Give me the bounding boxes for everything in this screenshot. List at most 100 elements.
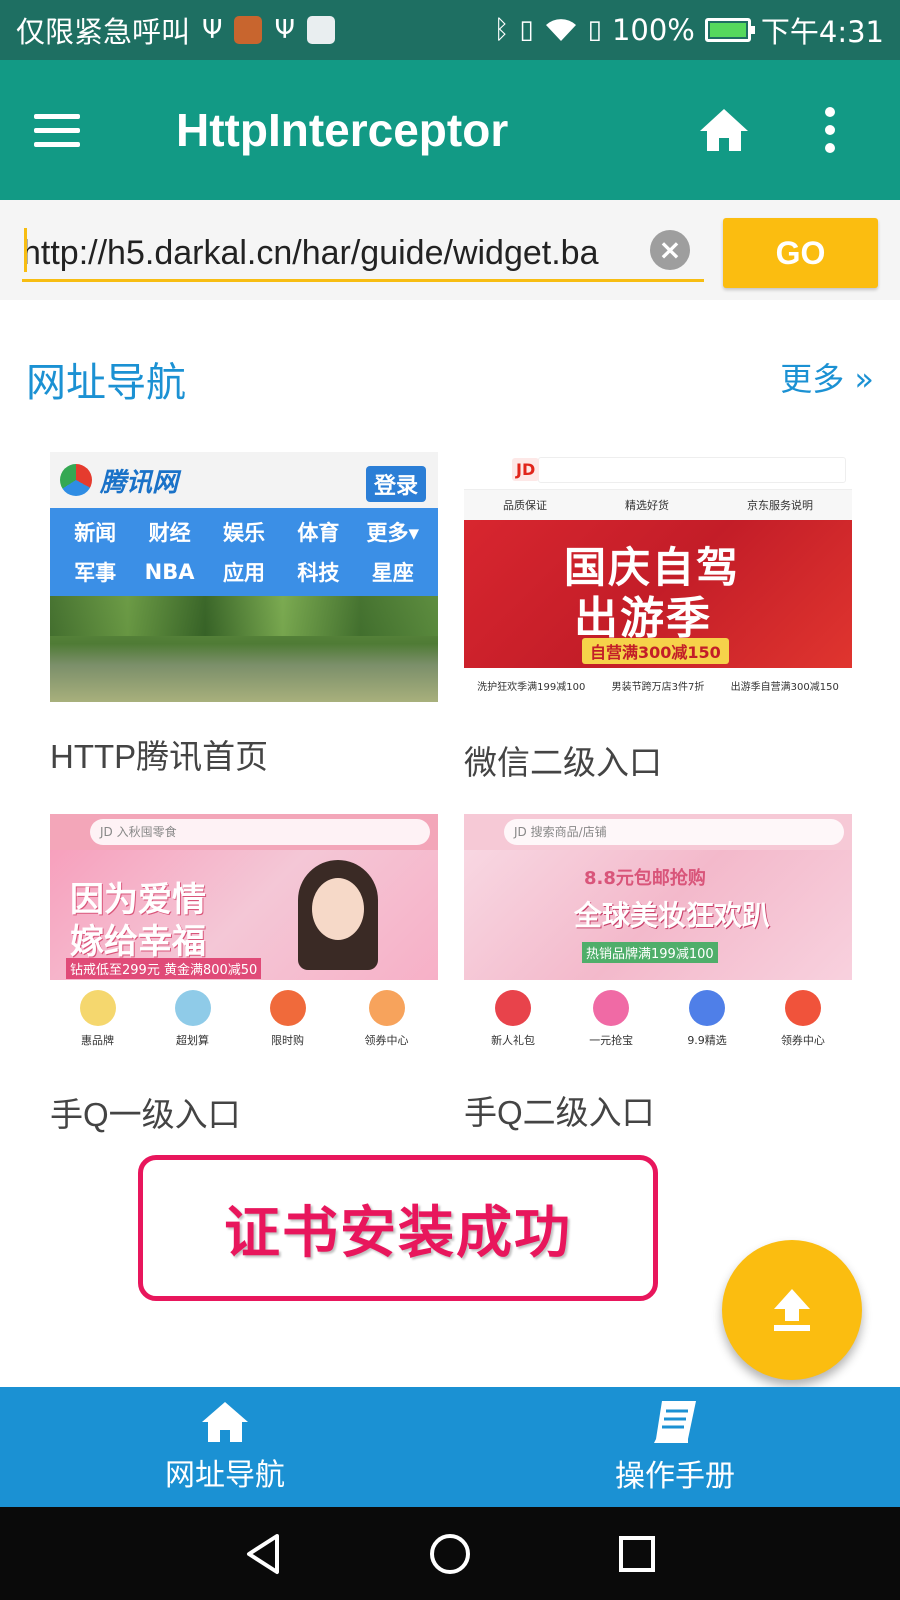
thumb-icon-item: 领券中心 bbox=[365, 990, 409, 1048]
thumb-nav-item: NBA bbox=[144, 560, 195, 584]
alert-sim-icon: ▯ bbox=[587, 15, 602, 45]
battery-percent: 100% bbox=[611, 13, 695, 47]
jd-logo-icon: JD bbox=[512, 458, 540, 481]
thumb-nav-item: 科技 bbox=[297, 561, 340, 585]
gift-icon bbox=[495, 990, 532, 1026]
app-title: HttpInterceptor bbox=[176, 104, 509, 156]
thumb-nav-item: 新闻 bbox=[74, 521, 117, 545]
thumb-banner: 因为爱情 嫁给幸福 钻戒低至299元 黄金满800减50 bbox=[50, 850, 438, 980]
carrier-text: 仅限紧急呼叫 bbox=[16, 15, 191, 49]
go-button[interactable]: GO bbox=[723, 218, 878, 288]
site-card-wechat[interactable]: JD 品质保证 精选好货 京东服务说明 国庆自驾 出游季 自营满300减150 … bbox=[464, 452, 852, 702]
banner-tag: 热销品牌满199减100 bbox=[582, 942, 718, 963]
thumb-strip-item: 男装节跨万店3件7折 bbox=[611, 681, 705, 693]
battery-icon bbox=[704, 18, 755, 42]
toast-message: 证书安装成功 bbox=[224, 1199, 572, 1266]
system-navigation-bar bbox=[0, 1507, 900, 1600]
thumb-service-strip: 品质保证 精选好货 京东服务说明 bbox=[464, 490, 852, 520]
thumb-banner: 8.8元包邮抢购 全球美妆狂欢趴 热销品牌满199减100 bbox=[464, 850, 852, 980]
thumb-search-box: JD 搜索商品/店铺 bbox=[504, 819, 844, 845]
model-photo bbox=[298, 860, 378, 970]
recents-icon[interactable] bbox=[607, 1524, 667, 1584]
card-label[interactable]: 手Q一级入口 bbox=[50, 1088, 241, 1136]
banner-line-2: 全球美妆狂欢趴 bbox=[574, 899, 771, 932]
thumb-banner: 国庆自驾 出游季 自营满300减150 bbox=[464, 520, 852, 668]
nav-tab-manual[interactable]: 操作手册 bbox=[450, 1387, 900, 1507]
coupon-icon bbox=[368, 990, 405, 1026]
thumb-search-box: JD 入秋囤零食 bbox=[90, 819, 430, 845]
thumb-icon-item: 新人礼包 bbox=[491, 990, 535, 1048]
nav-tab-urls[interactable]: 网址导航 bbox=[0, 1387, 450, 1507]
home-icon bbox=[202, 1402, 248, 1442]
site-card-tencent[interactable]: 腾讯网 登录 新闻 财经 娱乐 体育 更多▾ 军事 NBA 应用 科技 星座 bbox=[50, 452, 438, 702]
banner-line-2: 嫁给幸福 bbox=[70, 922, 206, 962]
thumb-bottom-strip: 洗护狂欢季满199减100 男装节跨万店3件7折 出游季自营满300减150 bbox=[464, 668, 852, 702]
home-icon[interactable] bbox=[688, 94, 760, 166]
site-thumbnail[interactable]: 腾讯网 登录 新闻 财经 娱乐 体育 更多▾ 军事 NBA 应用 科技 星座 bbox=[50, 452, 438, 702]
clear-url-icon[interactable]: × bbox=[650, 230, 690, 270]
app-screen: 仅限紧急呼叫 Ψ Ψ ᛒ ▯ ▯ 100% 下午4:31 HttpInterce… bbox=[0, 0, 900, 1600]
bottom-navigation: 网址导航 操作手册 bbox=[0, 1387, 900, 1507]
back-icon[interactable] bbox=[233, 1524, 293, 1584]
upload-icon bbox=[774, 1289, 810, 1331]
url-input[interactable] bbox=[22, 228, 642, 278]
upload-fab[interactable] bbox=[722, 1240, 862, 1380]
discount-icon bbox=[174, 990, 211, 1026]
thumb-nav-item: 财经 bbox=[148, 521, 191, 545]
thumb-strip-item: 品质保证 bbox=[503, 499, 547, 512]
status-bar: 仅限紧急呼叫 Ψ Ψ ᛒ ▯ ▯ 100% 下午4:31 bbox=[0, 0, 900, 60]
thumb-icon-row: 惠品牌 超划算 限时购 领券中心 bbox=[50, 980, 438, 1064]
wifi-icon bbox=[545, 19, 576, 41]
usb-icon: Ψ bbox=[274, 15, 295, 45]
usb-icon: Ψ bbox=[202, 15, 223, 45]
section-title: 网址导航 bbox=[26, 360, 186, 406]
notification-huawei-icon bbox=[306, 16, 335, 44]
thumb-nav-item: 体育 bbox=[297, 521, 340, 545]
thumb-nav-item: 应用 bbox=[222, 561, 265, 585]
thumb-nav-grid: 新闻 财经 娱乐 体育 更多▾ 军事 NBA 应用 科技 星座 bbox=[50, 508, 438, 596]
site-thumbnail[interactable]: JD 搜索商品/店铺 8.8元包邮抢购 全球美妆狂欢趴 热销品牌满199减100… bbox=[464, 814, 852, 1064]
thumb-nav-item: 娱乐 bbox=[222, 521, 265, 545]
thumb-icon-item: 惠品牌 bbox=[79, 990, 116, 1048]
thumb-icon-item: 领券中心 bbox=[781, 990, 825, 1048]
site-thumbnail[interactable]: JD 品质保证 精选好货 京东服务说明 国庆自驾 出游季 自营满300减150 … bbox=[464, 452, 852, 702]
thumb-strip-item: 精选好货 bbox=[625, 499, 669, 512]
thumb-nav-item: 星座 bbox=[371, 561, 414, 585]
tencent-logo-icon bbox=[60, 464, 92, 496]
thumb-icon-item: 一元抢宝 bbox=[589, 990, 633, 1048]
site-card-qq-level1[interactable]: JD 入秋囤零食 因为爱情 嫁给幸福 钻戒低至299元 黄金满800减50 惠品… bbox=[50, 814, 438, 1064]
bluetooth-icon: ᛒ bbox=[493, 15, 510, 45]
thumb-search-box bbox=[538, 457, 846, 483]
nav-tab-label: 网址导航 bbox=[165, 1458, 285, 1493]
app-toolbar: HttpInterceptor bbox=[0, 60, 900, 200]
card-label[interactable]: 微信二级入口 bbox=[464, 736, 662, 784]
home-circle-icon[interactable] bbox=[420, 1524, 480, 1584]
site-card-qq-level2[interactable]: JD 搜索商品/店铺 8.8元包邮抢购 全球美妆狂欢趴 热销品牌满199减100… bbox=[464, 814, 852, 1064]
clock: 下午4:31 bbox=[760, 15, 884, 49]
thumb-nav-item: 更多▾ bbox=[366, 521, 420, 545]
thumb-nav-item: 军事 bbox=[74, 561, 117, 585]
timer-icon bbox=[269, 990, 306, 1026]
treasure-icon bbox=[593, 990, 630, 1026]
banner-tag: 自营满300减150 bbox=[582, 638, 729, 664]
banner-line-1: 8.8元包邮抢购 bbox=[584, 868, 706, 889]
coupon-icon bbox=[784, 990, 821, 1026]
thumb-photo bbox=[50, 596, 438, 702]
menu-icon[interactable] bbox=[34, 94, 106, 166]
card-label[interactable]: 手Q二级入口 bbox=[464, 1086, 655, 1134]
brand-icon bbox=[79, 990, 116, 1026]
more-link[interactable]: 更多 » bbox=[780, 354, 874, 400]
card-label[interactable]: HTTP腾讯首页 bbox=[50, 730, 268, 778]
overflow-menu-icon[interactable] bbox=[800, 94, 860, 166]
thumb-icon-row: 新人礼包 一元抢宝 9.9精选 领券中心 bbox=[464, 980, 852, 1064]
url-field-container: × bbox=[22, 220, 704, 282]
notification-app-icon bbox=[234, 16, 263, 44]
text-caret bbox=[24, 228, 27, 272]
thumb-login: 登录 bbox=[365, 466, 426, 502]
thumb-strip-item: 京东服务说明 bbox=[747, 499, 813, 512]
site-thumbnail[interactable]: JD 入秋囤零食 因为爱情 嫁给幸福 钻戒低至299元 黄金满800减50 惠品… bbox=[50, 814, 438, 1064]
banner-line-2: 出游季 bbox=[574, 593, 712, 644]
thumb-strip-item: 出游季自营满300减150 bbox=[730, 681, 839, 693]
certificate-toast: 证书安装成功 bbox=[138, 1155, 658, 1301]
thumb-strip-item: 洗护狂欢季满199减100 bbox=[477, 681, 586, 693]
